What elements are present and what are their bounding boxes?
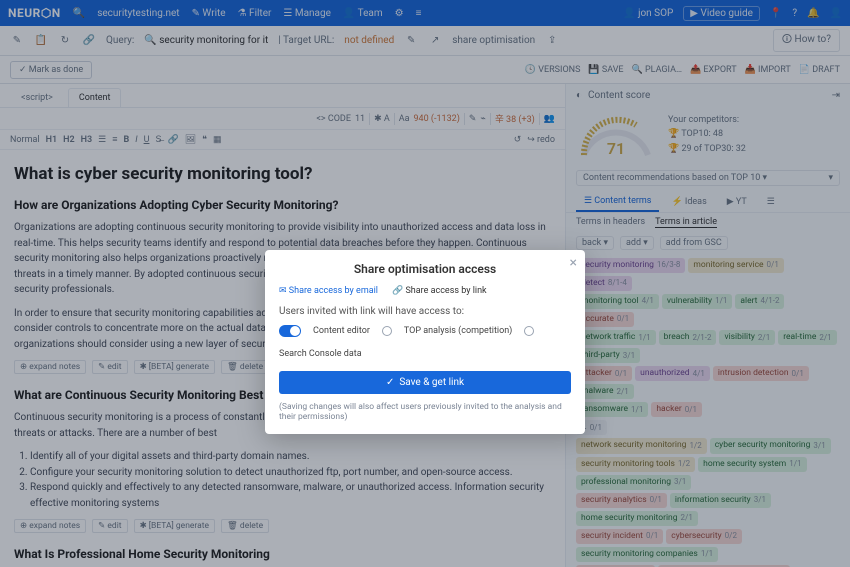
share-link-tab[interactable]: 🔗 Share access by link — [392, 286, 487, 296]
share-email-tab[interactable]: ✉ Share access by email — [279, 286, 378, 296]
modal-desc: Users invited with link will have access… — [279, 306, 571, 317]
opt-top-analysis: TOP analysis (competition) — [404, 326, 512, 336]
save-get-link-button[interactable]: ✓ Save & get link — [279, 371, 571, 394]
check-icon: ✓ — [386, 377, 394, 388]
opt-content-editor: Content editor — [313, 326, 370, 336]
gsc-radio[interactable] — [524, 326, 534, 336]
share-modal: × Share optimisation access ✉ Share acce… — [265, 250, 585, 434]
content-editor-switch[interactable] — [279, 325, 301, 337]
modal-title: Share optimisation access — [279, 262, 571, 276]
modal-footnote: (Saving changes will also affect users p… — [279, 402, 571, 422]
modal-backdrop[interactable]: × Share optimisation access ✉ Share acce… — [0, 0, 850, 567]
top-analysis-radio[interactable] — [382, 326, 392, 336]
close-icon[interactable]: × — [570, 256, 577, 270]
opt-gsc: Search Console data — [279, 349, 362, 359]
